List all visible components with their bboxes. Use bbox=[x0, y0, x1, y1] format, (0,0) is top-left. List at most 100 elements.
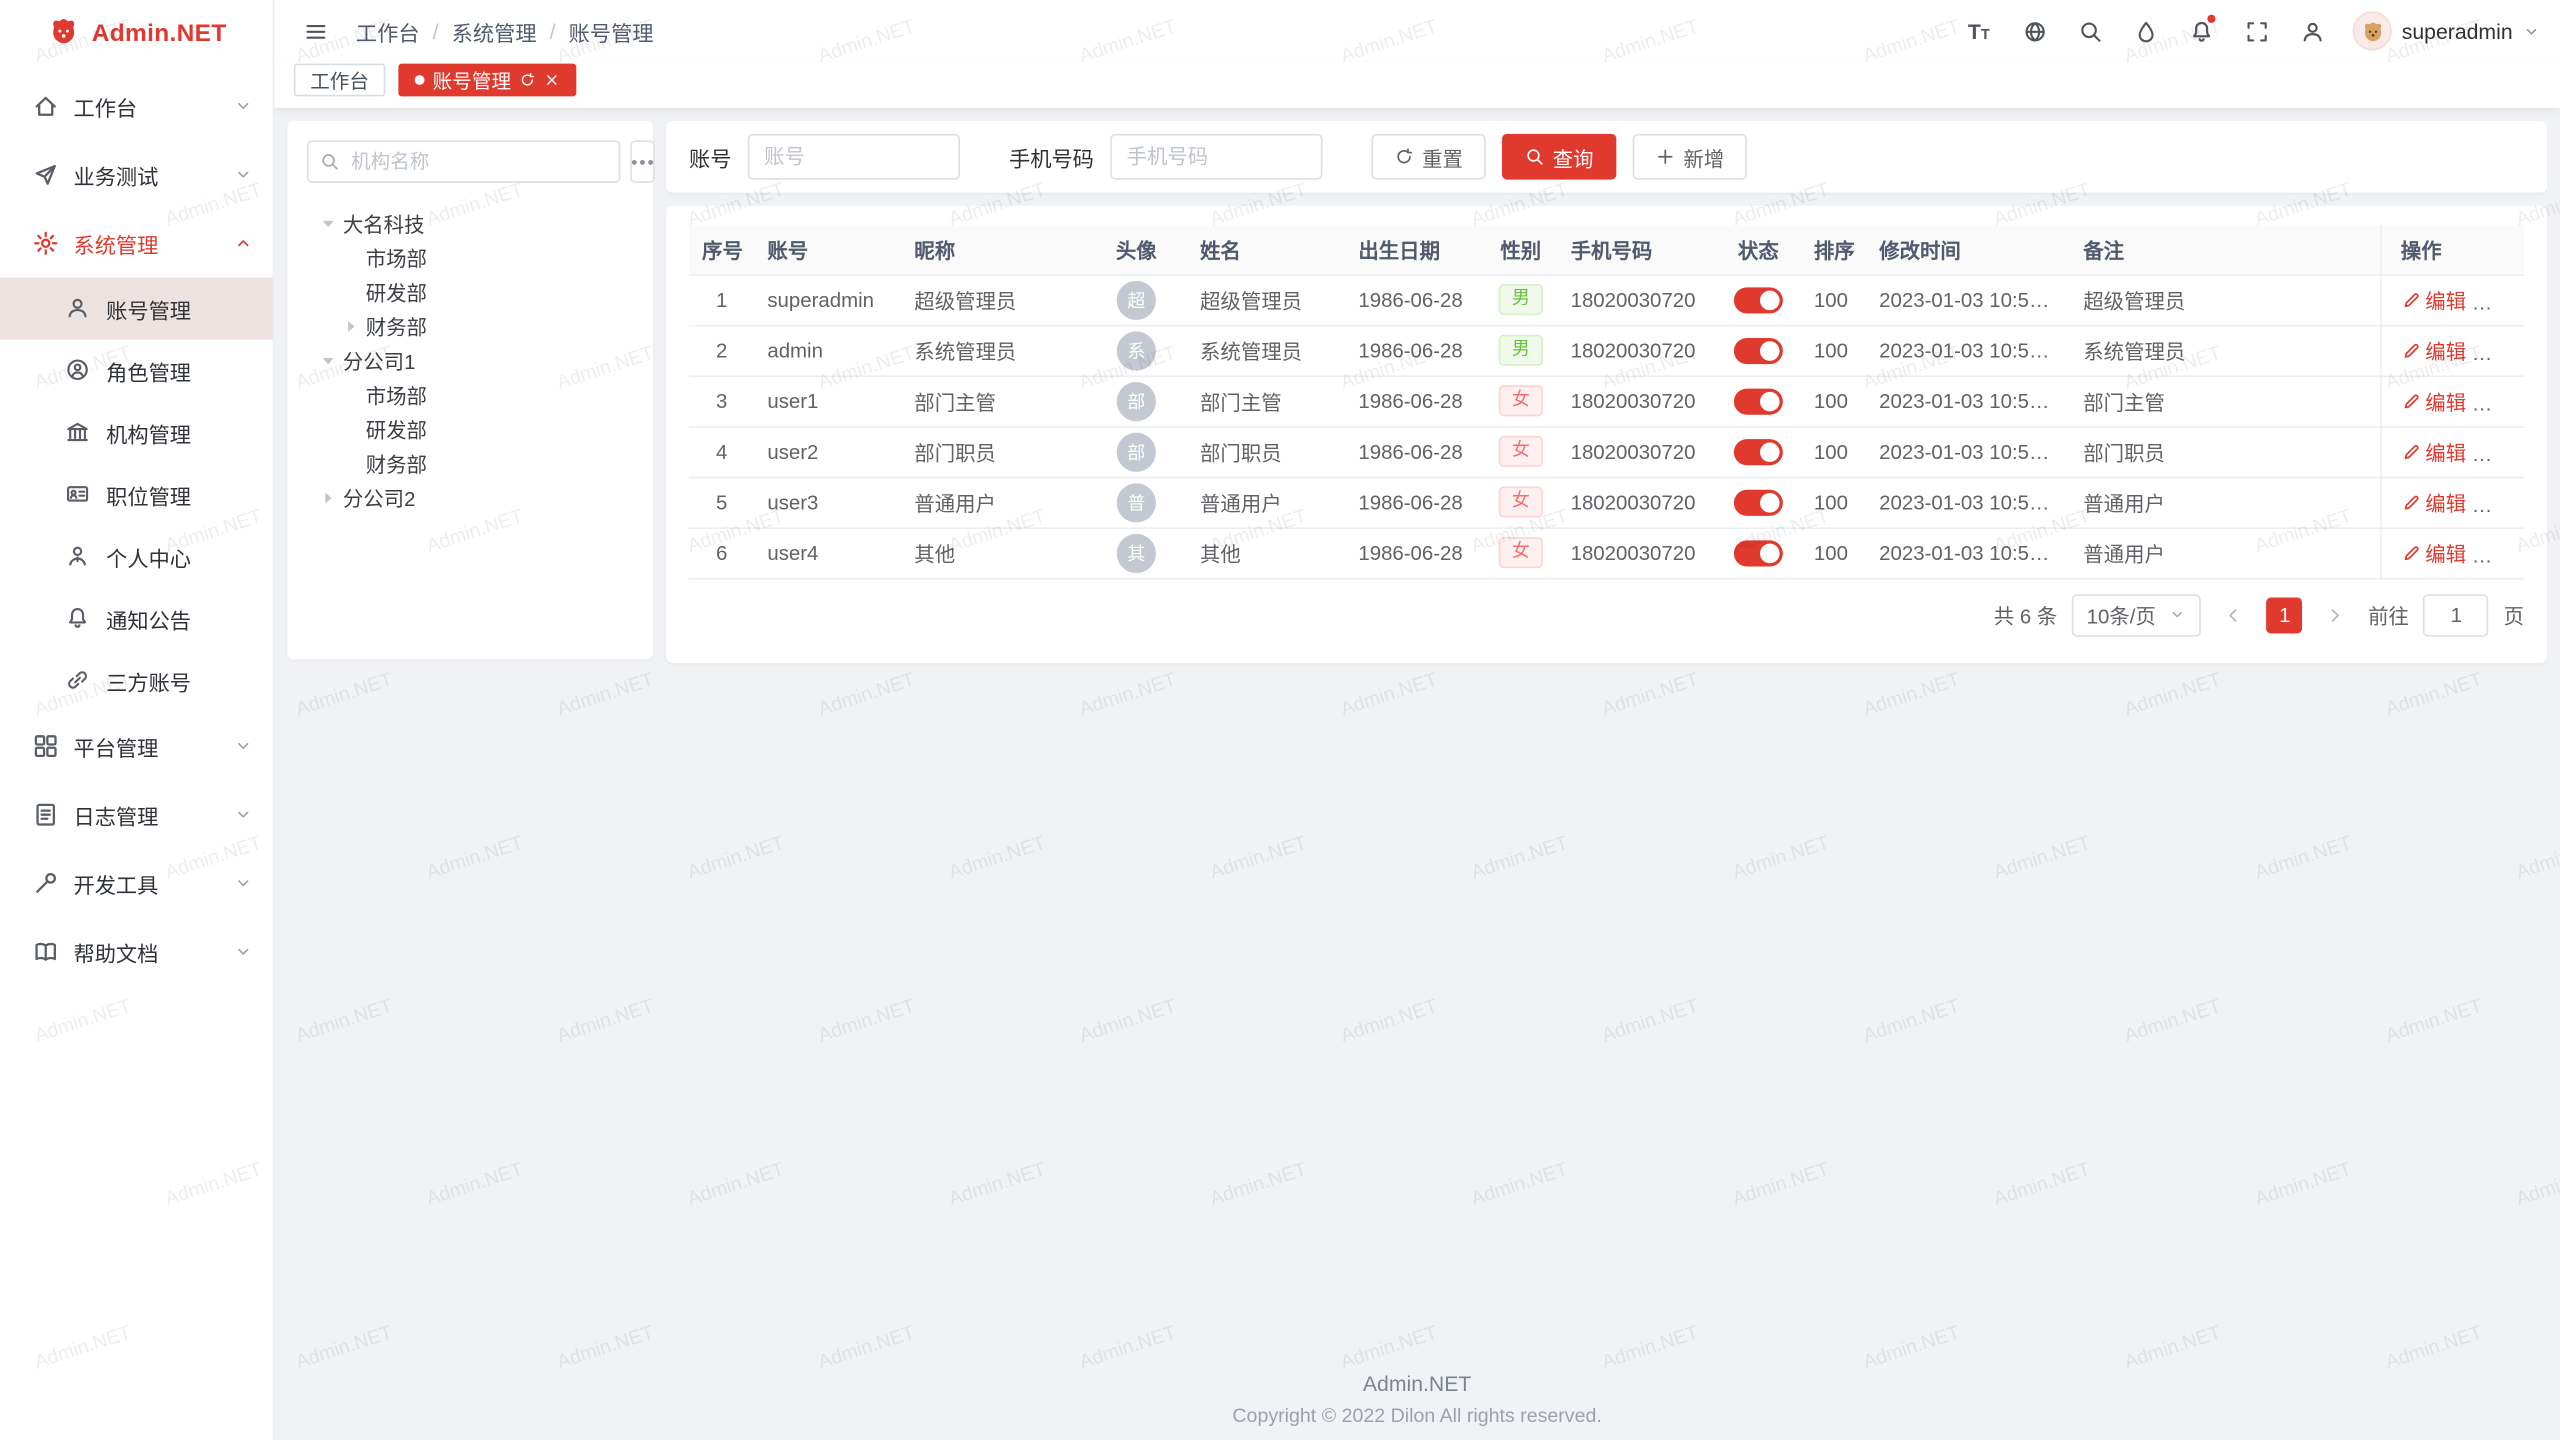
status-toggle[interactable] bbox=[1734, 438, 1783, 464]
caret-icon[interactable] bbox=[317, 211, 340, 234]
sidebar-item-notices[interactable]: 通知公告 bbox=[0, 588, 273, 650]
sidebar-item-profile[interactable]: 个人中心 bbox=[0, 526, 273, 588]
close-icon[interactable] bbox=[544, 72, 560, 88]
tree-node[interactable]: 分公司1 bbox=[307, 343, 634, 377]
reset-button[interactable]: 重置 bbox=[1371, 134, 1485, 180]
tree-node[interactable]: 财务部 bbox=[307, 446, 634, 480]
refresh-icon[interactable] bbox=[519, 72, 535, 88]
sidebar-item-system[interactable]: 系统管理 bbox=[0, 209, 273, 278]
tree-node[interactable]: 市场部 bbox=[307, 377, 634, 411]
tree-node[interactable]: 分公司2 bbox=[307, 480, 634, 514]
font-size-icon[interactable]: TT bbox=[1958, 10, 2000, 52]
page-number-active[interactable]: 1 bbox=[2267, 597, 2303, 633]
notification-bell-icon[interactable] bbox=[2180, 10, 2222, 52]
row-avatar: 部 bbox=[1117, 381, 1156, 420]
add-button[interactable]: 新增 bbox=[1633, 134, 1747, 180]
total-count: 共 6 条 bbox=[1994, 599, 2058, 630]
sidebar-item-third-party[interactable]: 三方账号 bbox=[0, 650, 273, 712]
theme-icon[interactable] bbox=[2124, 10, 2166, 52]
edit-label: 编辑 bbox=[2425, 284, 2466, 315]
more-actions-button[interactable] bbox=[2491, 403, 2512, 408]
sidebar-item-orgs[interactable]: 机构管理 bbox=[0, 402, 273, 464]
status-toggle[interactable] bbox=[1734, 388, 1783, 414]
sidebar-item-help-docs[interactable]: 帮助文档 bbox=[0, 918, 273, 987]
search-button[interactable]: 查询 bbox=[1502, 134, 1616, 180]
tree-node-label: 分公司2 bbox=[343, 482, 416, 513]
user-circle-icon bbox=[65, 358, 91, 384]
caret-icon[interactable] bbox=[340, 314, 363, 337]
column-header: 操作 bbox=[2380, 225, 2524, 274]
globe-icon[interactable] bbox=[2013, 10, 2055, 52]
tree-node[interactable]: 市场部 bbox=[307, 240, 634, 274]
logo[interactable]: Admin.NET bbox=[0, 0, 273, 65]
more-actions-button[interactable] bbox=[2491, 352, 2512, 357]
sidebar-item-accounts[interactable]: 账号管理 bbox=[0, 278, 273, 340]
edit-button[interactable]: 编辑 bbox=[2401, 335, 2466, 366]
sidebar-item-roles[interactable]: 角色管理 bbox=[0, 340, 273, 402]
prev-page-button[interactable] bbox=[2216, 597, 2252, 633]
edit-button[interactable]: 编辑 bbox=[2401, 487, 2466, 518]
tree-node-label: 大名科技 bbox=[343, 207, 425, 238]
sidebar-item-platform[interactable]: 平台管理 bbox=[0, 712, 273, 781]
table-row: 4 user2 部门职员 部 部门职员 1986-06-28 女 1802003… bbox=[689, 426, 2524, 477]
sidebar-item-workbench[interactable]: 工作台 bbox=[0, 72, 273, 141]
tree-node[interactable]: 大名科技 bbox=[307, 206, 634, 240]
more-actions-button[interactable] bbox=[2491, 555, 2512, 560]
table-row: 5 user3 普通用户 普 普通用户 1986-06-28 女 1802003… bbox=[689, 477, 2524, 528]
breadcrumb-item[interactable]: 工作台 bbox=[356, 16, 420, 47]
tree-more-button[interactable] bbox=[630, 140, 654, 182]
org-search-box bbox=[307, 140, 620, 182]
edit-label: 编辑 bbox=[2425, 436, 2466, 467]
sidebar-item-label: 系统管理 bbox=[73, 228, 218, 259]
logo-text: Admin.NET bbox=[92, 19, 227, 47]
status-toggle[interactable] bbox=[1734, 337, 1783, 363]
active-dot-icon bbox=[415, 75, 425, 85]
sidebar-item-logs[interactable]: 日志管理 bbox=[0, 780, 273, 849]
sidebar-item-positions[interactable]: 职位管理 bbox=[0, 464, 273, 526]
goto-page-input[interactable] bbox=[2424, 593, 2489, 635]
tab-workbench[interactable]: 工作台 bbox=[294, 64, 385, 97]
profile-icon[interactable] bbox=[2291, 10, 2333, 52]
status-toggle[interactable] bbox=[1734, 489, 1783, 515]
tree-node[interactable]: 研发部 bbox=[307, 274, 634, 308]
more-actions-button[interactable] bbox=[2491, 302, 2512, 307]
bell-icon bbox=[65, 606, 91, 632]
tree-node-label: 分公司1 bbox=[343, 344, 416, 375]
right-column: 账号 手机号码 重置 查询 新增 bbox=[666, 121, 2547, 663]
status-toggle[interactable] bbox=[1734, 540, 1783, 566]
status-toggle[interactable] bbox=[1734, 287, 1783, 313]
hamburger-menu-icon[interactable] bbox=[294, 10, 336, 52]
page-size-select[interactable]: 10条/页 bbox=[2072, 593, 2202, 635]
account-filter-input[interactable] bbox=[748, 134, 960, 180]
more-actions-button[interactable] bbox=[2491, 453, 2512, 458]
sidebar-item-business-test[interactable]: 业务测试 bbox=[0, 140, 273, 209]
caret-icon[interactable] bbox=[317, 349, 340, 372]
pagination: 共 6 条 10条/页 1 前往 页 bbox=[689, 593, 2524, 635]
edit-button[interactable]: 编辑 bbox=[2401, 284, 2466, 315]
caret-icon[interactable] bbox=[317, 486, 340, 509]
next-page-button[interactable] bbox=[2317, 597, 2353, 633]
search-icon[interactable] bbox=[2069, 10, 2111, 52]
column-header: 头像 bbox=[1086, 225, 1187, 274]
edit-button[interactable]: 编辑 bbox=[2401, 436, 2466, 467]
column-header: 序号 bbox=[689, 225, 754, 274]
top-navbar: 工作台 / 系统管理 / 账号管理 TT superadmin bbox=[274, 0, 2560, 62]
phone-filter-input[interactable] bbox=[1110, 134, 1322, 180]
more-actions-button[interactable] bbox=[2491, 504, 2512, 509]
user-menu[interactable]: superadmin bbox=[2353, 11, 2541, 50]
column-header: 修改时间 bbox=[1866, 225, 2070, 274]
org-search-input[interactable] bbox=[348, 149, 608, 175]
cell-modified: 2023-01-03 10:59:44 bbox=[1866, 426, 2070, 477]
edit-button[interactable]: 编辑 bbox=[2401, 385, 2466, 416]
breadcrumb-item[interactable]: 账号管理 bbox=[569, 16, 654, 47]
tree-node-label: 财务部 bbox=[366, 447, 427, 478]
edit-button[interactable]: 编辑 bbox=[2401, 537, 2466, 568]
sidebar-item-dev-tools[interactable]: 开发工具 bbox=[0, 849, 273, 918]
tab-account-management[interactable]: 账号管理 bbox=[398, 64, 576, 97]
breadcrumb-item[interactable]: 系统管理 bbox=[452, 16, 537, 47]
tree-node[interactable]: 财务部 bbox=[307, 309, 634, 343]
cell-nickname: 部门职员 bbox=[901, 426, 1085, 477]
fullscreen-icon[interactable] bbox=[2235, 10, 2277, 52]
tree-node[interactable]: 研发部 bbox=[307, 411, 634, 445]
cell-sort: 100 bbox=[1801, 274, 1866, 325]
